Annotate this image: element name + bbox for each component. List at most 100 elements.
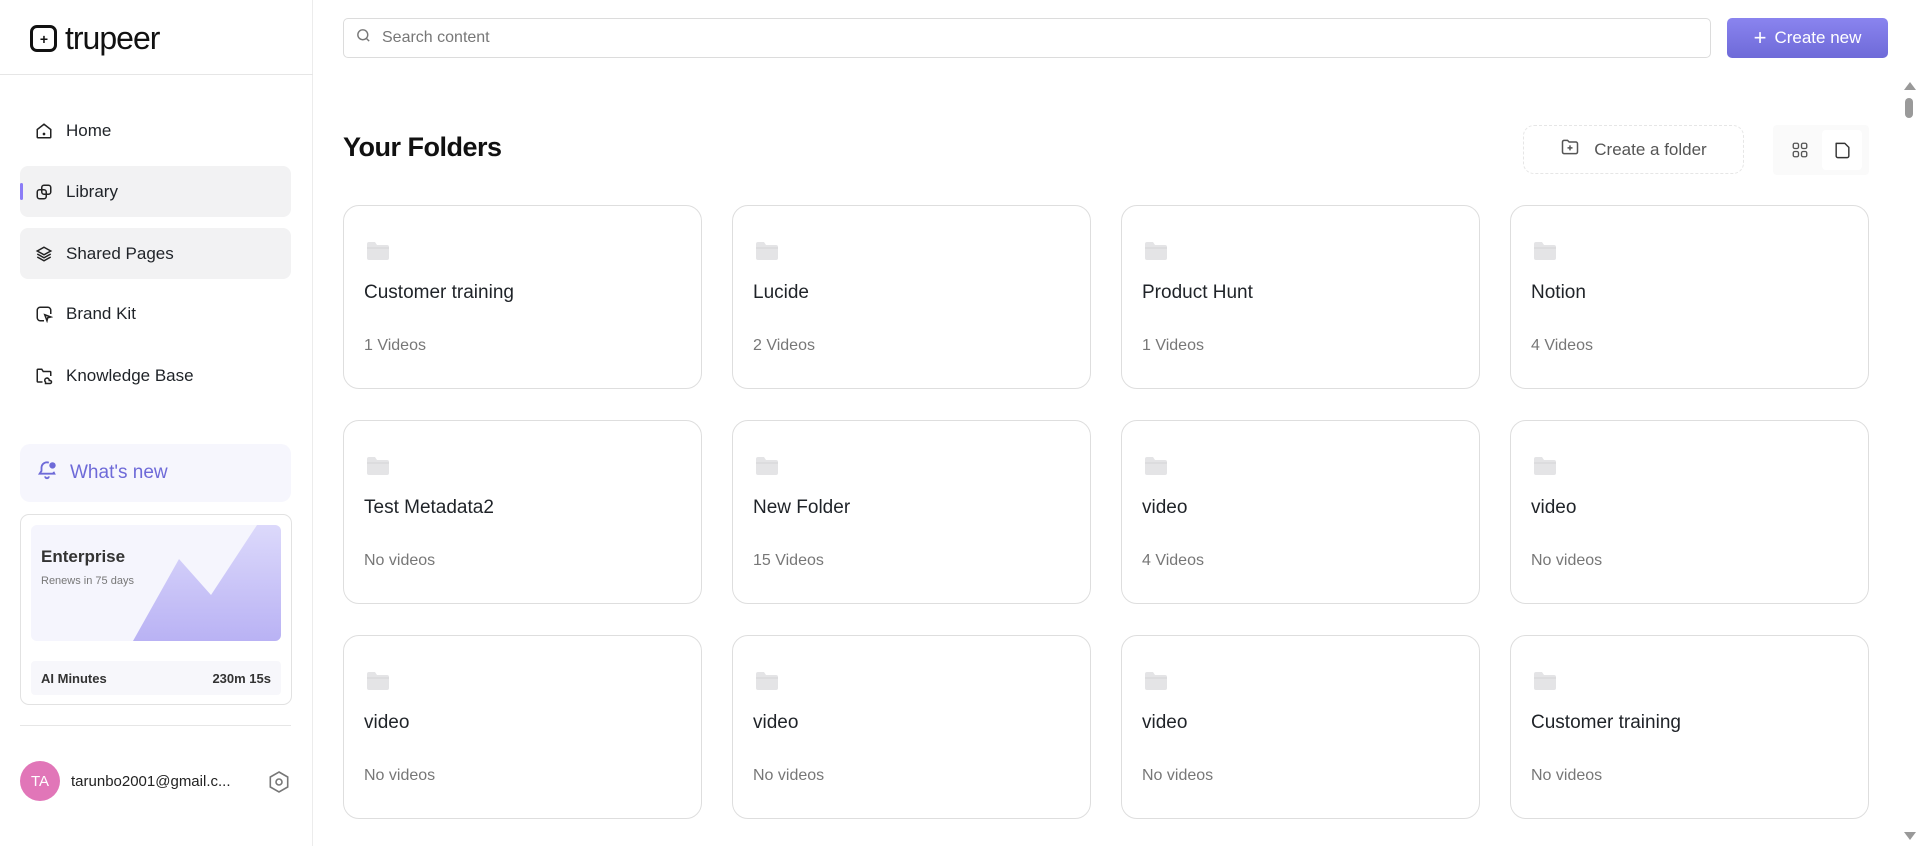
folder-name: Customer training: [364, 282, 514, 303]
folder-card[interactable]: Customer training 1 Videos: [343, 205, 702, 389]
folder-icon: [365, 670, 391, 697]
ai-minutes-row: AI Minutes 230m 15s: [31, 661, 281, 695]
sidebar-item-label: Knowledge Base: [66, 365, 194, 385]
folder-video-count: No videos: [1531, 552, 1603, 569]
page-title: Your Folders: [343, 132, 502, 162]
plan-card: Enterprise Renews in 75 days AI Minutes …: [20, 514, 292, 705]
sidebar-item-label: Shared Pages: [66, 243, 174, 263]
folder-view-icon[interactable]: [1822, 130, 1862, 170]
brand-name: trupeer: [65, 20, 160, 56]
folder-icon: [365, 240, 391, 267]
folder-name: video: [1142, 712, 1188, 733]
sidebar-item-label: Brand Kit: [66, 303, 136, 323]
folder-card[interactable]: Product Hunt 1 Videos: [1121, 205, 1480, 389]
folder-icon: [365, 455, 391, 482]
user-email: tarunbo2001@gmail.c...: [71, 772, 231, 790]
layers-icon: [35, 245, 53, 263]
folder-card[interactable]: Lucide 2 Videos: [732, 205, 1091, 389]
whats-new-button[interactable]: What's new: [20, 444, 291, 502]
folder-name: Test Metadata2: [364, 497, 494, 518]
home-icon: [35, 122, 53, 140]
folder-video-count: No videos: [1142, 767, 1214, 784]
sidebar-item-shared-pages[interactable]: Shared Pages: [20, 228, 291, 279]
folder-icon: [1143, 455, 1169, 482]
logo[interactable]: + trupeer: [30, 20, 160, 57]
folder-icon: [1143, 670, 1169, 697]
folder-card[interactable]: video No videos: [343, 635, 702, 819]
folder-name: New Folder: [753, 497, 851, 518]
avatar: TA: [20, 761, 60, 801]
folder-card[interactable]: video 4 Videos: [1121, 420, 1480, 604]
sidebar-item-label: Home: [66, 120, 112, 140]
folder-card[interactable]: New Folder 15 Videos: [732, 420, 1091, 604]
folder-name: Customer training: [1531, 712, 1681, 733]
folder-icon: [1143, 240, 1169, 267]
sidebar: + trupeer Home Library Shared Pages Bran…: [0, 0, 313, 846]
create-new-button[interactable]: + Create new: [1727, 18, 1888, 58]
divider: [20, 725, 291, 726]
scroll-down-icon[interactable]: [1904, 832, 1916, 840]
folder-icon: [754, 670, 780, 697]
folder-icon: [1532, 670, 1558, 697]
folder-card[interactable]: video No videos: [1510, 420, 1869, 604]
folder-card[interactable]: Test Metadata2 No videos: [343, 420, 702, 604]
folder-icon: [1532, 455, 1558, 482]
user-profile[interactable]: TA tarunbo2001@gmail.c...: [20, 761, 291, 801]
folder-card[interactable]: video No videos: [732, 635, 1091, 819]
folder-video-count: No videos: [364, 767, 436, 784]
ai-minutes-label: AI Minutes: [41, 670, 107, 686]
sidebar-item-library[interactable]: Library: [20, 166, 291, 217]
sidebar-item-label: Library: [66, 181, 118, 201]
folder-video-count: No videos: [753, 767, 825, 784]
folder-name: video: [364, 712, 410, 733]
folder-video-count: 4 Videos: [1142, 552, 1204, 569]
folder-card[interactable]: Notion 4 Videos: [1510, 205, 1869, 389]
whats-new-label: What's new: [70, 462, 168, 483]
folder-video-count: 1 Videos: [1142, 337, 1204, 354]
folder-video-count: No videos: [364, 552, 436, 569]
sidebar-item-brand-kit[interactable]: Brand Kit: [20, 288, 291, 339]
folder-cloud-icon: [35, 367, 53, 385]
folder-name: video: [753, 712, 799, 733]
view-toggle: [1773, 125, 1869, 175]
search-input[interactable]: [382, 29, 1710, 47]
folder-video-count: 15 Videos: [753, 552, 824, 569]
folder-card[interactable]: Customer training No videos: [1510, 635, 1869, 819]
folder-name: Notion: [1531, 282, 1586, 303]
ai-minutes-value: 230m 15s: [212, 670, 271, 686]
plus-icon: +: [1753, 25, 1767, 50]
library-icon: [35, 183, 53, 201]
plan-card-banner: Enterprise Renews in 75 days: [31, 525, 281, 641]
folder-card[interactable]: video No videos: [1121, 635, 1480, 819]
folder-name: video: [1531, 497, 1577, 518]
scrollbar-thumb[interactable]: [1905, 98, 1913, 118]
folder-grid: Customer training 1 Videos Lucide 2 Videos P…: [343, 205, 1869, 819]
create-new-label: Create new: [1774, 28, 1862, 47]
folder-name: Lucide: [753, 282, 809, 303]
logo-icon: +: [30, 25, 57, 52]
search-bar[interactable]: [343, 18, 1711, 58]
folder-name: video: [1142, 497, 1188, 518]
folder-video-count: 4 Videos: [1531, 337, 1593, 354]
bell-icon: [36, 459, 58, 487]
scroll-up-icon[interactable]: [1904, 82, 1916, 90]
sidebar-item-home[interactable]: Home: [20, 105, 291, 156]
sidebar-item-knowledge-base[interactable]: Knowledge Base: [20, 350, 291, 401]
divider: [0, 74, 313, 75]
plan-name: Enterprise: [41, 547, 126, 566]
folder-video-count: 2 Videos: [753, 337, 815, 354]
search-icon: [355, 27, 372, 49]
grid-view-icon[interactable]: [1780, 130, 1820, 170]
create-folder-button[interactable]: Create a folder: [1523, 125, 1744, 174]
folder-video-count: 1 Videos: [364, 337, 426, 354]
plan-renewal: Renews in 75 days: [41, 575, 134, 587]
folder-name: Product Hunt: [1142, 282, 1253, 303]
create-folder-label: Create a folder: [1594, 139, 1707, 159]
folder-plus-icon: [1560, 137, 1580, 162]
scrollbar[interactable]: [1900, 74, 1920, 846]
settings-icon[interactable]: [267, 770, 291, 799]
folder-video-count: No videos: [1531, 767, 1603, 784]
folder-icon: [754, 455, 780, 482]
folder-icon: [1532, 240, 1558, 267]
folder-icon: [754, 240, 780, 267]
